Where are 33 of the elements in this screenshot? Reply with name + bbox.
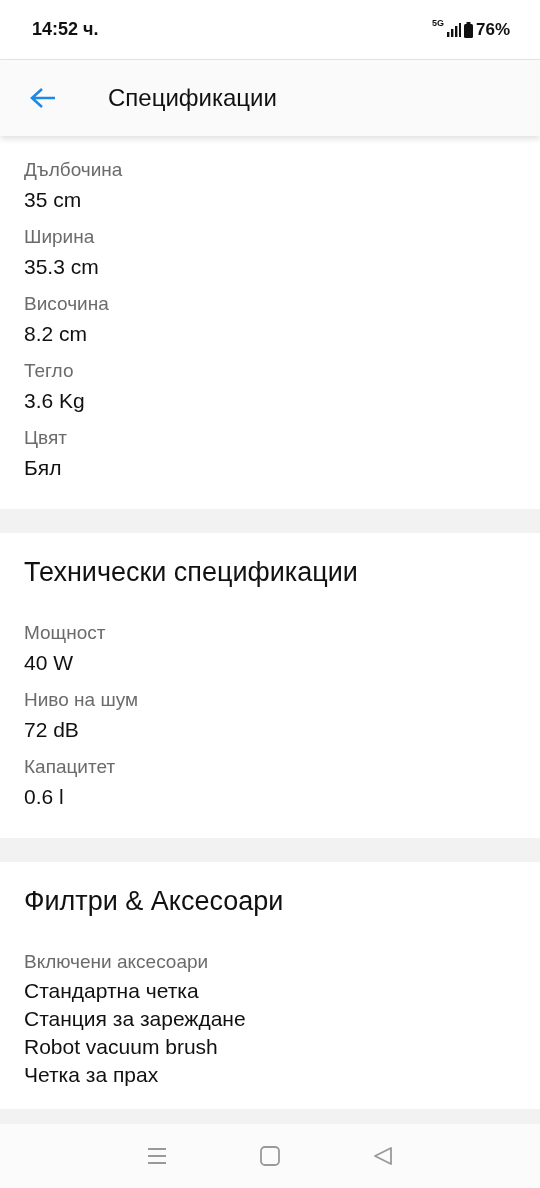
spec-value: 35.3 cm [24,254,100,280]
spec-label: Мощност [24,621,107,645]
spec-value: 72 dB [24,717,80,743]
spec-value: 0.6 l [24,784,65,810]
spec-value: Стандартна четка [24,978,200,1004]
page-title: Спецификации [108,84,277,112]
spec-label: Ниво на шум [24,688,139,712]
spec-label: Цвят [24,426,68,450]
spec-value: 3.6 Kg [24,388,86,414]
spec-label: Капацитет [24,755,117,779]
spec-value: Четка за прах [24,1062,160,1088]
spec-label: Включени аксесоари [24,950,210,974]
back-arrow-icon[interactable] [30,87,56,109]
menu-icon[interactable] [146,1147,167,1165]
spec-value: 40 W [24,650,74,676]
signal-icon [446,22,461,37]
spec-value: Robot vacuum brush [24,1034,219,1060]
spec-label: Дълбочина [24,158,124,182]
spec-label: Височина [24,292,110,316]
home-square-icon[interactable] [260,1146,280,1166]
back-triangle-icon[interactable] [373,1146,394,1166]
status-time: 14:52 ч. [32,19,99,40]
spec-value: Станция за зареждане [24,1006,247,1032]
spec-value: 35 cm [24,187,83,213]
section-title: Технически спецификации [24,557,359,589]
spec-label: Ширина [24,225,96,249]
spec-value: Бял [24,455,63,481]
spec-value: 8.2 cm [24,321,89,347]
spec-label: Тегло [24,359,75,383]
section-title: Филтри & Аксесоари [24,886,285,918]
battery-icon [463,21,473,38]
battery-level: 76% [475,19,510,40]
network-type: 5G [431,17,444,28]
